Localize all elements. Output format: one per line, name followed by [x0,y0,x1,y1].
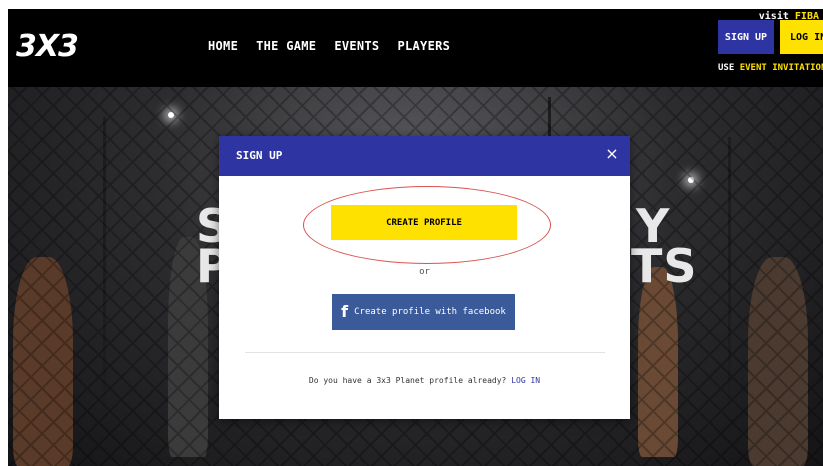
nav-item-events[interactable]: EVENTS [334,39,379,53]
existing-profile-text: Do you have a 3x3 Planet profile already… [308,376,507,385]
hero-text-fragment: TS [631,239,698,293]
header-login-button[interactable]: LOG IN [780,20,823,54]
page: 3X3 HOME THE GAME EVENTS PLAYERS visit F… [0,0,823,466]
invite-accent[interactable]: EVENT INVITATION CODE [740,63,823,73]
main-nav: HOME THE GAME EVENTS PLAYERS [208,39,450,53]
event-invitation-code-link[interactable]: USE EVENT INVITATION CODE [718,63,823,73]
modal-header: SIGN UP × [219,136,630,176]
create-profile-button[interactable]: CREATE PROFILE [331,205,517,240]
modal-login-link[interactable]: LOG IN [511,376,540,385]
or-separator: or [419,267,430,277]
close-icon[interactable]: × [604,146,620,162]
nav-item-the-game[interactable]: THE GAME [256,39,316,53]
3x3-logo[interactable]: 3X3 [16,29,79,64]
invite-prefix: USE [718,63,735,73]
top-navigation-bar: 3X3 HOME THE GAME EVENTS PLAYERS visit F… [8,9,823,87]
modal-title: SIGN UP [236,149,283,162]
nav-item-home[interactable]: HOME [208,39,238,53]
header-signup-button[interactable]: SIGN UP [718,20,774,54]
facebook-signup-button[interactable]: f Create profile with facebook [332,294,515,330]
existing-profile-prompt: Do you have a 3x3 Planet profile already… [219,376,630,385]
modal-divider [245,352,605,353]
facebook-button-label: Create profile with facebook [354,307,506,317]
facebook-icon: f [341,302,349,321]
nav-item-players[interactable]: PLAYERS [397,39,450,53]
signup-modal: SIGN UP × CREATE PROFILE or f Create pro… [219,136,630,419]
